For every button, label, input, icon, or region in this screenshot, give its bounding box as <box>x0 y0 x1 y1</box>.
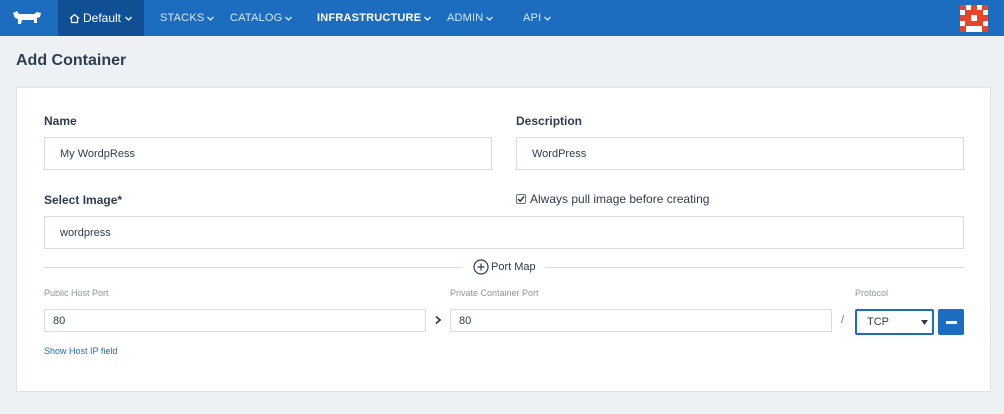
name-input[interactable] <box>44 137 492 170</box>
section-divider-right <box>545 267 964 268</box>
add-port-map-button[interactable]: Port Map <box>473 259 536 275</box>
user-avatar-icon[interactable] <box>960 5 988 32</box>
minus-icon <box>945 320 957 324</box>
chevron-down-icon <box>125 16 132 21</box>
chevron-right-icon <box>435 315 442 325</box>
nav-catalog[interactable]: CATALOG <box>230 0 293 36</box>
environment-switcher[interactable]: Default <box>58 0 144 36</box>
plus-circle-icon <box>473 259 489 275</box>
chevron-down-icon <box>486 16 494 21</box>
page-title: Add Container <box>16 52 127 69</box>
nav-api[interactable]: API <box>523 0 552 36</box>
nav-stacks-label: STACKS <box>160 12 205 24</box>
nav-infrastructure[interactable]: INFRASTRUCTURE <box>317 0 432 36</box>
rancher-logo-icon[interactable] <box>10 9 44 27</box>
remove-port-button[interactable] <box>938 309 964 335</box>
nav-api-label: API <box>523 12 542 24</box>
checkbox-checked-icon[interactable] <box>516 194 526 204</box>
private-container-port-label: Private Container Port <box>450 288 539 298</box>
protocol-label: Protocol <box>855 288 889 298</box>
chevron-down-icon <box>544 16 552 21</box>
name-label: Name <box>44 114 77 128</box>
top-navbar: Default STACKS CATALOG INFRASTRUCTURE AD… <box>0 0 1004 36</box>
add-container-form: Name Description Select Image* Always pu… <box>16 87 991 392</box>
chevron-down-icon <box>285 16 293 21</box>
always-pull-checkbox[interactable]: Always pull image before creating <box>516 192 709 206</box>
nav-catalog-label: CATALOG <box>230 12 283 24</box>
section-divider-left <box>44 267 462 268</box>
nav-stacks[interactable]: STACKS <box>160 0 215 36</box>
home-icon <box>69 13 80 23</box>
nav-admin[interactable]: ADMIN <box>447 0 494 36</box>
port-separator: / <box>841 314 845 326</box>
public-host-port-input[interactable] <box>44 309 426 332</box>
chevron-down-icon <box>207 16 215 21</box>
always-pull-label: Always pull image before creating <box>530 192 710 206</box>
protocol-select[interactable]: TCP <box>855 309 934 335</box>
select-image-label: Select Image* <box>44 193 123 207</box>
show-host-ip-link[interactable]: Show Host IP field <box>44 346 117 356</box>
protocol-value: TCP <box>867 316 889 328</box>
description-label: Description <box>516 114 583 128</box>
caret-down-icon <box>921 320 928 325</box>
chevron-down-icon <box>424 16 432 21</box>
nav-admin-label: ADMIN <box>447 12 484 24</box>
port-map-label: Port Map <box>491 261 536 273</box>
image-input[interactable] <box>44 216 964 249</box>
environment-label: Default <box>82 11 122 25</box>
nav-infrastructure-label: INFRASTRUCTURE <box>317 12 422 24</box>
public-host-port-label: Public Host Port <box>44 288 109 298</box>
private-container-port-input[interactable] <box>450 309 832 332</box>
description-input[interactable] <box>516 137 964 170</box>
